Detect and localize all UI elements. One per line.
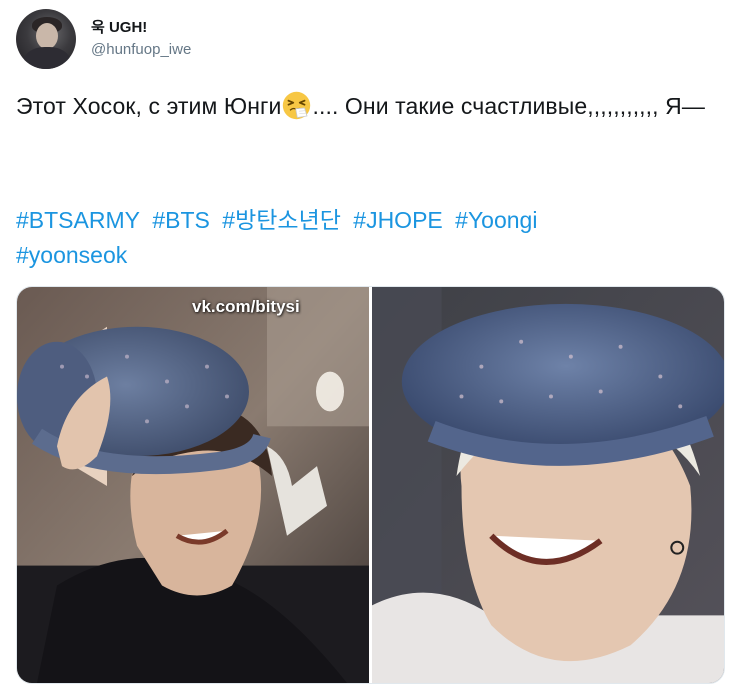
photo-left-image	[17, 287, 369, 683]
hashtag-list: #BTSARMY #BTS #방탄소년단 #JHOPE #Yoongi #yoo…	[16, 203, 726, 273]
hashtag-link[interactable]: #BTSARMY	[16, 207, 140, 233]
tweet: 욱 UGH! @hunfuop_iwe Этот Хосок, с этим Ю…	[0, 0, 742, 696]
photo-right-image	[372, 287, 724, 683]
user-names: 욱 UGH! @hunfuop_iwe	[91, 18, 191, 60]
avatar-face	[36, 23, 58, 49]
media-grid: vk.com/bitysi	[16, 286, 725, 684]
tweet-header: 욱 UGH! @hunfuop_iwe	[16, 8, 191, 70]
hashtag-link[interactable]: #yoonseok	[16, 242, 127, 268]
tweet-text-part2: .... Они такие счастливые,,,,,,,,,,, Я—	[312, 93, 705, 119]
tweet-text: Этот Хосок, с этим Юнги .... Они такие с…	[16, 90, 726, 123]
photo-right[interactable]	[372, 287, 724, 683]
hashtag-link[interactable]: #Yoongi	[455, 207, 537, 233]
photo-left[interactable]: vk.com/bitysi	[17, 287, 369, 683]
sneezing-face-emoji-icon	[283, 91, 311, 120]
display-name[interactable]: 욱 UGH!	[91, 18, 191, 38]
tweet-text-part1: Этот Хосок, с этим Юнги	[16, 93, 282, 119]
hashtag-link[interactable]: #방탄소년단	[222, 207, 341, 233]
avatar-body	[24, 47, 70, 69]
user-handle[interactable]: @hunfuop_iwe	[91, 40, 191, 60]
hashtag-link[interactable]: #BTS	[152, 207, 210, 233]
avatar[interactable]	[16, 9, 76, 69]
hashtag-link[interactable]: #JHOPE	[353, 207, 442, 233]
watermark-text: vk.com/bitysi	[192, 297, 300, 316]
